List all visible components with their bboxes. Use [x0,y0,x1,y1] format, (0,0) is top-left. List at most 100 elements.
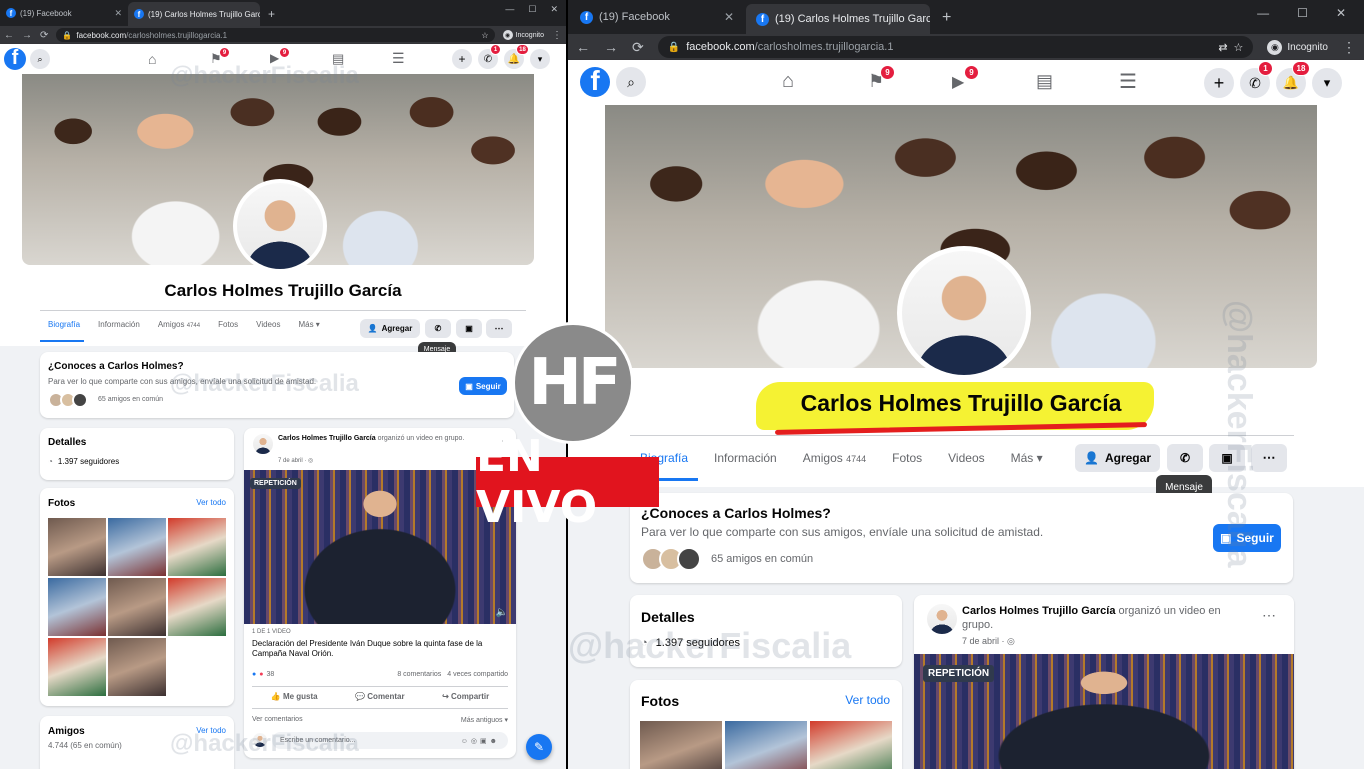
maximize-icon[interactable]: ☐ [528,4,536,15]
photo-thumb[interactable] [48,518,106,576]
more-options-button[interactable]: ⋯ [1251,444,1287,472]
star-icon[interactable]: ☆ [481,31,488,40]
more-options-button[interactable]: ⋯ [486,319,512,338]
account-chevron-icon[interactable]: ▾ [1312,68,1342,98]
tab-fotos[interactable]: Fotos [218,320,238,329]
tab-fotos[interactable]: Fotos [892,451,922,465]
comment-button[interactable]: 💬 Comentar [355,692,405,701]
tab-mas[interactable]: Más ▾ [298,320,319,329]
photo-thumb[interactable] [640,721,722,769]
close-window-icon[interactable]: ✕ [1336,6,1346,20]
account-chevron-icon[interactable]: ▾ [530,49,550,69]
menu-kebab-icon[interactable]: ⋮ [552,30,562,41]
tab-profile[interactable]: f (19) Carlos Holmes Trujillo García ✕ [746,4,930,34]
photo-thumb[interactable] [108,578,166,636]
post-date-text[interactable]: 7 de abril [962,636,999,646]
follow-small-button[interactable]: ▣ [456,319,482,338]
add-friend-button[interactable]: 👤 Agregar [1075,444,1160,472]
photo-thumb[interactable] [108,518,166,576]
notifications-icon[interactable]: 🔔 18 [504,44,529,69]
tab-biografia[interactable]: Biografía [48,320,80,329]
back-icon[interactable]: ← [4,30,14,41]
close-tab-icon[interactable]: ✕ [114,8,122,19]
follow-button[interactable]: ▣ Seguir [459,377,507,395]
volume-icon[interactable]: 🔈 [496,607,508,618]
message-button[interactable]: ✆ [1167,444,1203,472]
follow-small-button[interactable]: ▣ [1209,444,1245,472]
translate-icon[interactable]: ⇄ [1218,41,1227,54]
mutual-friends[interactable]: 65 amigos en común [98,396,163,403]
incognito-indicator[interactable]: ◉ Incognito [502,30,544,40]
photo-thumb[interactable] [725,721,807,769]
tab-videos[interactable]: Videos [256,320,280,329]
forward-icon[interactable]: → [22,30,32,41]
tab-facebook[interactable]: f (19) Facebook ✕ [0,0,128,26]
add-friend-button[interactable]: 👤 Agregar [360,319,420,338]
post-date-text[interactable]: 7 de abril [278,458,303,464]
tab-videos[interactable]: Videos [948,451,984,465]
minimize-icon[interactable]: — [1257,6,1269,20]
post-options-icon[interactable]: ⋯ [1262,607,1276,624]
comment-tools-icons[interactable]: ☺◎▣☻ [461,737,500,745]
see-comments[interactable]: Ver comentarios [252,716,303,723]
tab-facebook[interactable]: f (19) Facebook ✕ [568,0,746,34]
photos-see-all[interactable]: Ver todo [845,693,890,707]
home-icon[interactable]: ⌂ [148,51,156,67]
back-icon[interactable]: ← [576,39,590,55]
video-title[interactable]: Declaración del Presidente Iván Duque so… [252,639,508,659]
tab-mas[interactable]: Más ▾ [1011,451,1043,465]
menu-kebab-icon[interactable]: ⋮ [1342,39,1356,56]
pages-flag-icon[interactable]: ⚑ 9 [210,47,230,67]
marketplace-icon[interactable]: ▤ [332,51,344,67]
facebook-logo[interactable]: f [4,47,26,70]
minimize-icon[interactable]: — [505,4,514,15]
tab-amigos[interactable]: Amigos 4744 [803,451,866,465]
video-player[interactable]: REPETICIÓN [914,654,1294,769]
tab-amigos[interactable]: Amigos 4744 [158,320,200,329]
profile-picture[interactable] [233,179,327,273]
star-icon[interactable]: ☆ [1234,41,1244,54]
close-tab-icon[interactable]: ✕ [724,10,734,24]
photo-thumb[interactable] [48,578,106,636]
address-bar[interactable]: 🔒 facebook.com/carlosholmes.trujillogarc… [657,36,1254,58]
photo-thumb[interactable] [168,518,226,576]
message-button[interactable]: ✆ [425,319,451,338]
tab-profile[interactable]: f (19) Carlos Holmes Trujillo García ✕ [128,2,260,26]
close-window-icon[interactable]: ✕ [550,4,558,15]
new-tab-button[interactable]: + [942,9,951,27]
post-author-avatar[interactable] [926,603,958,635]
photo-thumb[interactable] [108,638,166,696]
shares-count[interactable]: 4 veces compartido [447,671,508,678]
incognito-indicator[interactable]: ◉ Incognito [1267,39,1328,55]
watch-video-icon[interactable]: ▶ 9 [952,65,979,92]
comment-input[interactable]: Escribe un comentario... ☺◎▣☻ [272,732,508,749]
older-comments[interactable]: Más antiguos ▾ [461,716,508,724]
messenger-icon[interactable]: ✆ 1 [478,44,501,69]
share-button[interactable]: ↪ Compartir [442,692,489,701]
create-icon[interactable]: + [452,49,472,69]
photo-thumb[interactable] [810,721,892,769]
photo-thumb[interactable] [168,578,226,636]
menu-icon[interactable]: ☰ [392,50,405,67]
friends-see-all[interactable]: Ver todo [196,726,226,735]
notifications-icon[interactable]: 🔔 18 [1276,61,1310,98]
tab-informacion[interactable]: Información [714,451,777,465]
facebook-logo[interactable]: f [580,65,610,97]
messenger-icon[interactable]: ✆ 1 [1240,61,1273,98]
follow-button[interactable]: ▣ Seguir [1213,524,1281,552]
reload-icon[interactable]: ⟳ [40,30,48,41]
reactions-count[interactable]: 38 [266,671,274,678]
marketplace-icon[interactable]: ▤ [1036,71,1053,92]
new-message-fab[interactable]: ✎ [526,734,552,760]
search-icon[interactable]: ⌕ [30,49,50,69]
photo-thumb[interactable] [48,638,106,696]
forward-icon[interactable]: → [604,39,618,55]
post-author[interactable]: Carlos Holmes Trujillo García [278,435,376,442]
search-icon[interactable]: ⌕ [616,67,646,97]
watch-video-icon[interactable]: ▶ 9 [270,47,290,65]
reload-icon[interactable]: ⟳ [632,39,644,56]
like-button[interactable]: 👍 Me gusta [271,692,318,701]
pages-flag-icon[interactable]: ⚑ 9 [868,65,895,92]
post-author[interactable]: Carlos Holmes Trujillo García [962,605,1115,617]
home-icon[interactable]: ⌂ [782,70,794,93]
